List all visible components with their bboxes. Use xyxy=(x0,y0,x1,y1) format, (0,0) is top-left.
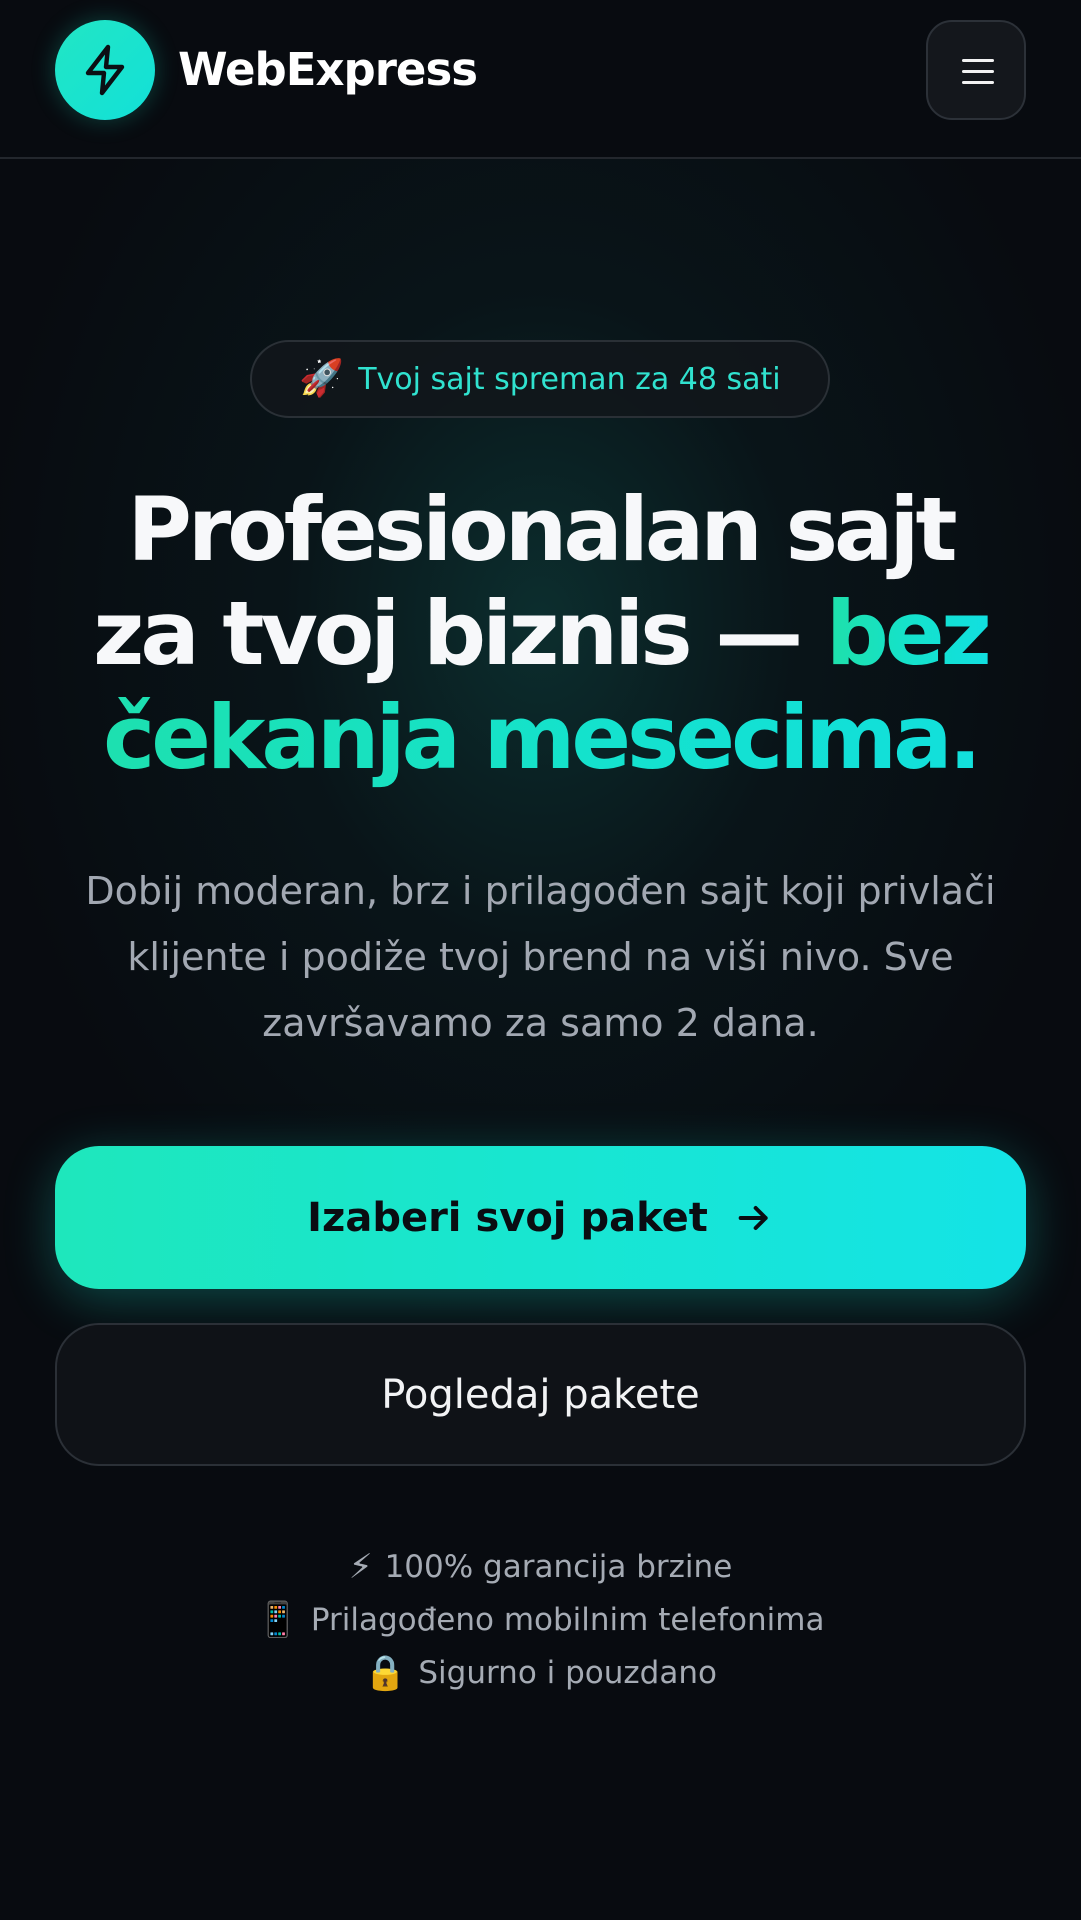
view-packages-button[interactable]: Pogledaj pakete xyxy=(55,1323,1026,1466)
site-header: WebExpress xyxy=(0,0,1081,159)
hero-headline: Profesionalan sajt za tvoj biznis — bez … xyxy=(0,478,1081,790)
feature-item-mobile: 📱 Prilagođeno mobilnim telefonima xyxy=(0,1593,1081,1646)
headline-line-2-white: za tvoj biznis — xyxy=(93,582,826,685)
hero-badge-text: Tvoj sajt spreman za 48 sati xyxy=(358,361,781,397)
lightning-icon: ⚡ xyxy=(348,1546,373,1587)
arrow-right-icon xyxy=(738,1205,768,1230)
choose-package-label: Izaberi svoj paket xyxy=(307,1194,708,1241)
logo[interactable] xyxy=(55,20,155,120)
feature-item-security: 🔒 Sigurno i pouzdano xyxy=(0,1646,1081,1699)
view-packages-label: Pogledaj pakete xyxy=(381,1371,700,1418)
headline-line-1: Profesionalan sajt xyxy=(127,478,957,581)
mobile-phone-icon: 📱 xyxy=(256,1599,299,1640)
description-line-1: Dobij moderan, brz i prilagođen sajt koj… xyxy=(85,869,996,913)
menu-button[interactable] xyxy=(926,20,1026,120)
hero-badge: 🚀 Tvoj sajt spreman za 48 sati xyxy=(250,340,830,418)
feature-text: Prilagođeno mobilnim telefonima xyxy=(310,1601,825,1638)
landing-page: WebExpress 🚀 Tvoj sajt spreman za 48 sat… xyxy=(0,0,1081,1920)
description-line-3: završavamo za samo 2 dana. xyxy=(262,1001,819,1045)
headline-line-3: čekanja mesecima. xyxy=(0,686,1081,790)
headline-line-2: za tvoj biznis — bez xyxy=(0,582,1081,686)
brand-name[interactable]: WebExpress xyxy=(178,38,478,102)
description-line-2: klijente i podiže tvoj brend na viši niv… xyxy=(127,935,954,979)
feature-text: Sigurno i pouzdano xyxy=(418,1654,717,1691)
feature-text: 100% garancija brzine xyxy=(384,1548,733,1585)
feature-list: ⚡ 100% garancija brzine 📱 Prilagođeno mo… xyxy=(0,1540,1081,1699)
choose-package-button[interactable]: Izaberi svoj paket xyxy=(55,1146,1026,1289)
lock-icon: 🔒 xyxy=(364,1652,407,1693)
rocket-icon: 🚀 xyxy=(299,358,345,399)
hero-description: Dobij moderan, brz i prilagođen sajt koj… xyxy=(40,858,1041,1056)
headline-line-2-accent: bez xyxy=(825,582,992,685)
lightning-bolt-icon xyxy=(85,44,125,96)
feature-item-speed: ⚡ 100% garancija brzine xyxy=(0,1540,1081,1593)
